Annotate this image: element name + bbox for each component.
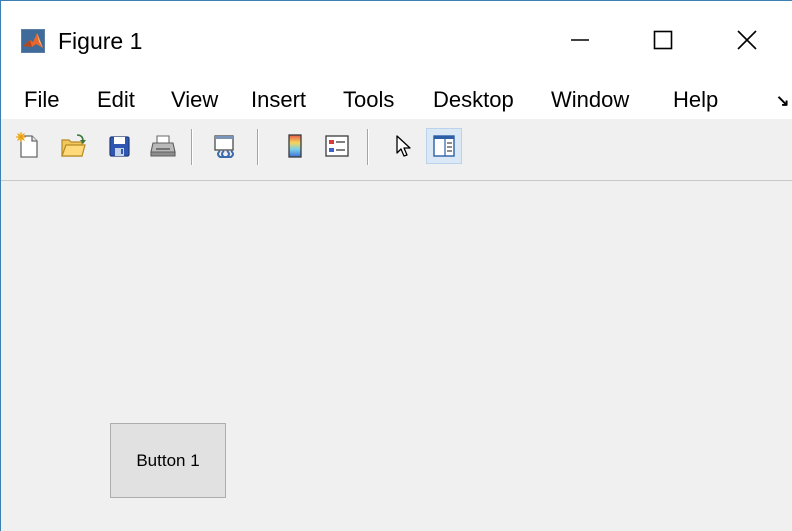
insert-colorbar-button[interactable] — [277, 128, 313, 164]
new-figure-button[interactable] — [11, 128, 47, 164]
figure-canvas: Button 1 — [1, 181, 792, 531]
close-button[interactable] — [701, 1, 792, 79]
window-title: Figure 1 — [58, 28, 143, 54]
toolbar-separator — [257, 129, 259, 165]
title-bar[interactable]: Figure 1 — [1, 1, 792, 79]
edit-plot-pointer-button[interactable] — [385, 128, 421, 164]
save-icon — [109, 136, 130, 157]
insert-colorbar-icon — [288, 134, 302, 158]
toolbar-separator — [191, 129, 193, 165]
matlab-logo-icon — [21, 29, 45, 53]
menu-help[interactable]: Help — [673, 85, 718, 115]
menu-file[interactable]: File — [24, 85, 59, 115]
menu-tools[interactable]: Tools — [343, 85, 394, 115]
button-1[interactable]: Button 1 — [110, 423, 226, 498]
menu-overflow-icon[interactable]: ↘ — [776, 87, 789, 117]
close-icon — [737, 30, 757, 50]
figure-toolbar — [1, 119, 792, 181]
menu-insert[interactable]: Insert — [251, 85, 306, 115]
menu-desktop[interactable]: Desktop — [433, 85, 514, 115]
open-file-icon — [61, 134, 86, 157]
menu-window[interactable]: Window — [551, 85, 629, 115]
minimize-icon — [571, 39, 589, 41]
print-icon — [150, 135, 176, 157]
toolbar-separator — [367, 129, 369, 165]
open-file-button[interactable] — [55, 128, 91, 164]
print-button[interactable] — [145, 128, 181, 164]
minimize-button[interactable] — [534, 1, 626, 79]
edit-plot-pointer-icon — [396, 135, 411, 157]
menu-edit[interactable]: Edit — [97, 85, 135, 115]
menu-view[interactable]: View — [171, 85, 218, 115]
maximize-button[interactable] — [617, 1, 709, 79]
figure-window: Figure 1 File Edit View Insert Tools Des… — [0, 0, 792, 531]
maximize-icon — [653, 30, 673, 50]
show-plot-tools-icon — [433, 135, 455, 157]
insert-legend-button[interactable] — [319, 128, 355, 164]
link-plot-icon — [214, 135, 234, 158]
save-button[interactable] — [101, 128, 137, 164]
insert-legend-icon — [325, 135, 349, 157]
menu-bar: File Edit View Insert Tools Desktop Wind… — [1, 79, 792, 119]
new-figure-icon — [16, 132, 38, 158]
link-plot-button[interactable] — [207, 128, 243, 164]
show-plot-tools-button[interactable] — [426, 128, 462, 164]
